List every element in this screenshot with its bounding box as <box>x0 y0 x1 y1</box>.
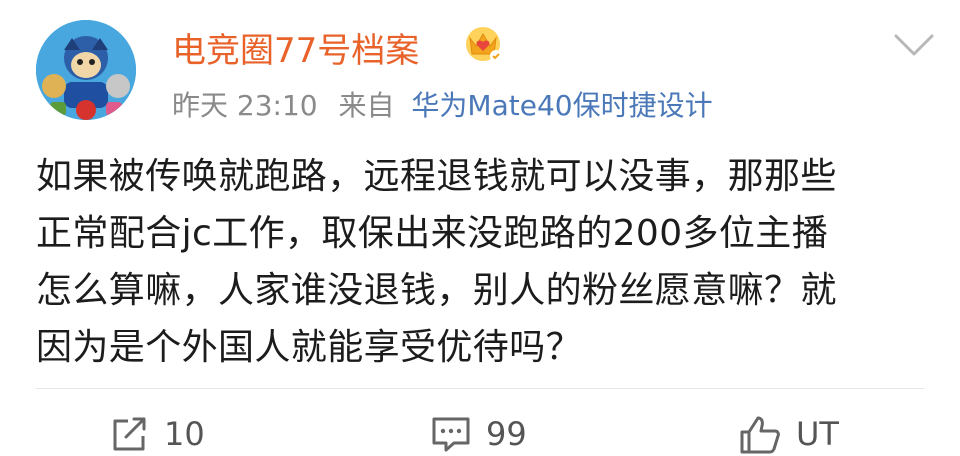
source-prefix: 来自 <box>338 89 395 122</box>
repost-button[interactable]: 10 <box>110 412 205 456</box>
post-line: 怎么算嘛，人家谁没退钱，别人的粉丝愿意嘛？就 <box>36 270 837 311</box>
post-meta: 昨天 23:10 来自 华为Mate40保时捷设计 <box>172 84 713 124</box>
chevron-down-icon[interactable] <box>892 30 936 60</box>
comment-button[interactable]: 99 <box>430 412 527 456</box>
comment-count: 99 <box>486 415 527 453</box>
vip-crown-icon <box>466 27 502 62</box>
repost-count: 10 <box>164 415 205 453</box>
like-button[interactable]: UT <box>738 412 839 456</box>
post-line: 正常配合jc工作，取保出来没跑路的200多位主播 <box>36 213 829 254</box>
post-time: 昨天 23:10 <box>172 89 318 122</box>
divider <box>36 388 924 389</box>
like-icon <box>740 416 780 454</box>
post-text: 如果被传唤就跑路，远程退钱就可以没事，那那些 正常配合jc工作，取保出来没跑路的… <box>36 148 932 376</box>
avatar-image <box>36 20 136 120</box>
username[interactable]: 电竞圈77号档案 <box>172 23 419 72</box>
like-count: UT <box>796 415 839 453</box>
repost-icon <box>113 417 146 451</box>
source-link[interactable]: 华为Mate40保时捷设计 <box>411 89 712 122</box>
post-line: 如果被传唤就跑路，远程退钱就可以没事，那那些 <box>36 156 837 197</box>
post-line: 因为是个外国人就能享受优待吗？ <box>36 327 583 368</box>
avatar[interactable] <box>36 20 136 120</box>
comment-icon <box>432 417 470 452</box>
